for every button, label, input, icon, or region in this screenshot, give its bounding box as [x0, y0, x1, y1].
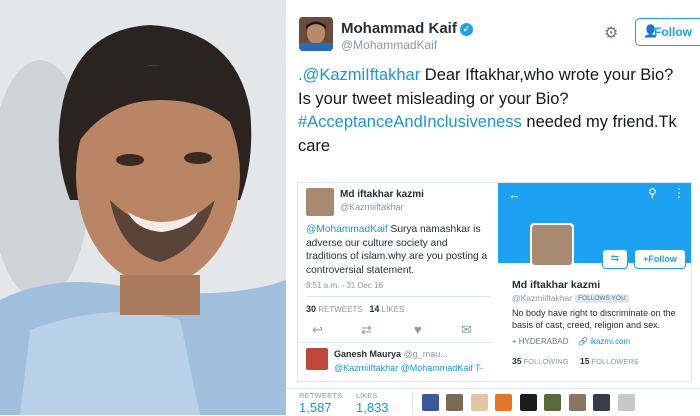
quoted-mention: @MohammadKaif: [306, 224, 388, 235]
following-label: FOLLOWING: [523, 357, 569, 366]
profile-follow-button: +Follow: [634, 249, 686, 269]
profile-location-text: HYDERABAD: [518, 337, 569, 346]
tweet-text: .@KazmiIftakhar Dear Iftakhar,who wrote …: [298, 64, 693, 158]
liker-avatar[interactable]: [544, 394, 562, 411]
search-icon: ⚲: [648, 186, 657, 200]
reply-icon: ↩: [312, 322, 323, 337]
following-count-value: 35: [512, 356, 522, 366]
following-count: 35 FOLLOWING: [512, 356, 569, 366]
author-avatar[interactable]: [299, 17, 333, 51]
reply-name: Ganesh Maurya: [334, 349, 402, 359]
quoted-retweets-label: RETWEETS: [318, 305, 363, 314]
retweets-count[interactable]: 1,587: [299, 400, 332, 415]
profile-follow-label: Follow: [648, 254, 677, 264]
liker-avatar[interactable]: [617, 394, 635, 411]
profile-avatar: [530, 223, 574, 267]
profile-location: ⌖ HYDERABAD: [512, 337, 569, 346]
quoted-likes-count: 14: [369, 304, 380, 314]
follow-button-label: Follow: [654, 25, 692, 39]
profile-url: 🔗 ikazmi.com: [578, 337, 631, 346]
profile-handle-text: @Kazmiiftakhar: [512, 293, 573, 303]
divider: [412, 392, 413, 414]
liker-avatar[interactable]: [470, 394, 488, 411]
embedded-image-card[interactable]: Md iftakhar kazmi @Kazmiiftakhar @Mohamm…: [297, 182, 692, 382]
message-icon: ✉: [461, 322, 472, 337]
followers-count-value: 15: [580, 356, 590, 366]
liker-avatars: [422, 394, 638, 416]
quoted-timestamp: 8:51 a.m. - 31 Dec 16: [306, 281, 383, 290]
quoted-body: @MohammadKaif Surya namashkar is adverse…: [306, 223, 491, 277]
more-icon: ⋮: [673, 186, 685, 200]
reply-text: @KazmiIftakhar @MohammadKaif T-: [334, 363, 484, 373]
profile-card: ← ⚲ ⋮ ⇆ +Follow Md iftakhar kazmi @Kazmi…: [498, 183, 691, 381]
liker-avatar[interactable]: [568, 394, 586, 411]
retweet-icon: ⇄: [361, 322, 372, 337]
tweet-stats-bar: RETWEETS 1,587 LIKES 1,833: [286, 388, 700, 415]
followers-label: FOLLOWERS: [591, 357, 639, 366]
reply-handle: @g_mau...: [403, 349, 448, 359]
likes-count[interactable]: 1,833: [356, 400, 389, 415]
tweet-panel: Mohammad Kaif ✓ @MohammadKaif ⚙ 👤 Follow .…: [286, 0, 700, 415]
followers-count: 15 FOLLOWERS: [580, 356, 639, 366]
liker-avatar[interactable]: [495, 394, 513, 411]
profile-url-text: ikazmi.com: [590, 337, 631, 346]
author-name[interactable]: Mohammad Kaif ✓: [341, 20, 473, 37]
mention-link[interactable]: .@KazmiIftakhar: [298, 66, 420, 84]
divider: [306, 296, 491, 297]
verified-badge-icon: ✓: [459, 23, 473, 36]
back-arrow-icon: ←: [508, 187, 521, 202]
likes-label: LIKES: [356, 391, 378, 400]
quoted-tweet: Md iftakhar kazmi @Kazmiiftakhar @Mohamm…: [298, 183, 494, 381]
liker-avatar[interactable]: [446, 394, 464, 411]
gear-icon[interactable]: ⚙: [604, 23, 618, 43]
author-name-text: Mohammad Kaif: [341, 20, 457, 37]
reply-avatar: [306, 348, 328, 370]
profile-handle: @Kazmiiftakhar FOLLOWS YOU: [512, 293, 629, 303]
follow-user-icon: 👤: [643, 24, 658, 38]
quoted-stats: 30 RETWEETS 14 LIKES: [306, 304, 404, 314]
reply-header: Ganesh Maurya @g_mau...: [334, 349, 494, 359]
profile-photo: [0, 0, 286, 415]
retweets-label: RETWEETS: [299, 391, 343, 400]
liker-avatar[interactable]: [519, 394, 537, 411]
author-handle[interactable]: @MohammadKaif: [341, 38, 437, 52]
follows-you-badge: FOLLOWS YOU: [575, 294, 629, 303]
hashtag-link[interactable]: #AcceptanceAndInclusiveness: [298, 113, 522, 131]
liker-avatar[interactable]: [422, 394, 439, 411]
liker-avatar[interactable]: [593, 394, 611, 411]
quoted-handle: @Kazmiiftakhar: [340, 202, 404, 212]
dm-icon: ⇆: [602, 249, 628, 269]
tweet-text-line2: Is your tweet misleading or your Bio?: [298, 89, 569, 108]
tweet-text-line1: Dear Iftakhar,who wrote your Bio?: [420, 66, 674, 84]
quoted-likes-label: LIKES: [381, 305, 405, 314]
tweet-header: Mohammad Kaif ✓ @MohammadKaif ⚙ 👤 Follow: [299, 17, 700, 57]
profile-name: Md iftakhar kazmi: [512, 279, 601, 291]
divider: [298, 342, 494, 343]
portrait-image: [0, 0, 286, 415]
heart-icon: ♥: [414, 322, 422, 337]
quoted-avatar: [306, 188, 334, 216]
quoted-retweets-count: 30: [306, 304, 317, 314]
quoted-name: Md iftakhar kazmi: [340, 189, 424, 200]
follow-button[interactable]: 👤 Follow: [635, 18, 700, 46]
profile-bio: No body have right to discriminate on th…: [512, 308, 676, 330]
